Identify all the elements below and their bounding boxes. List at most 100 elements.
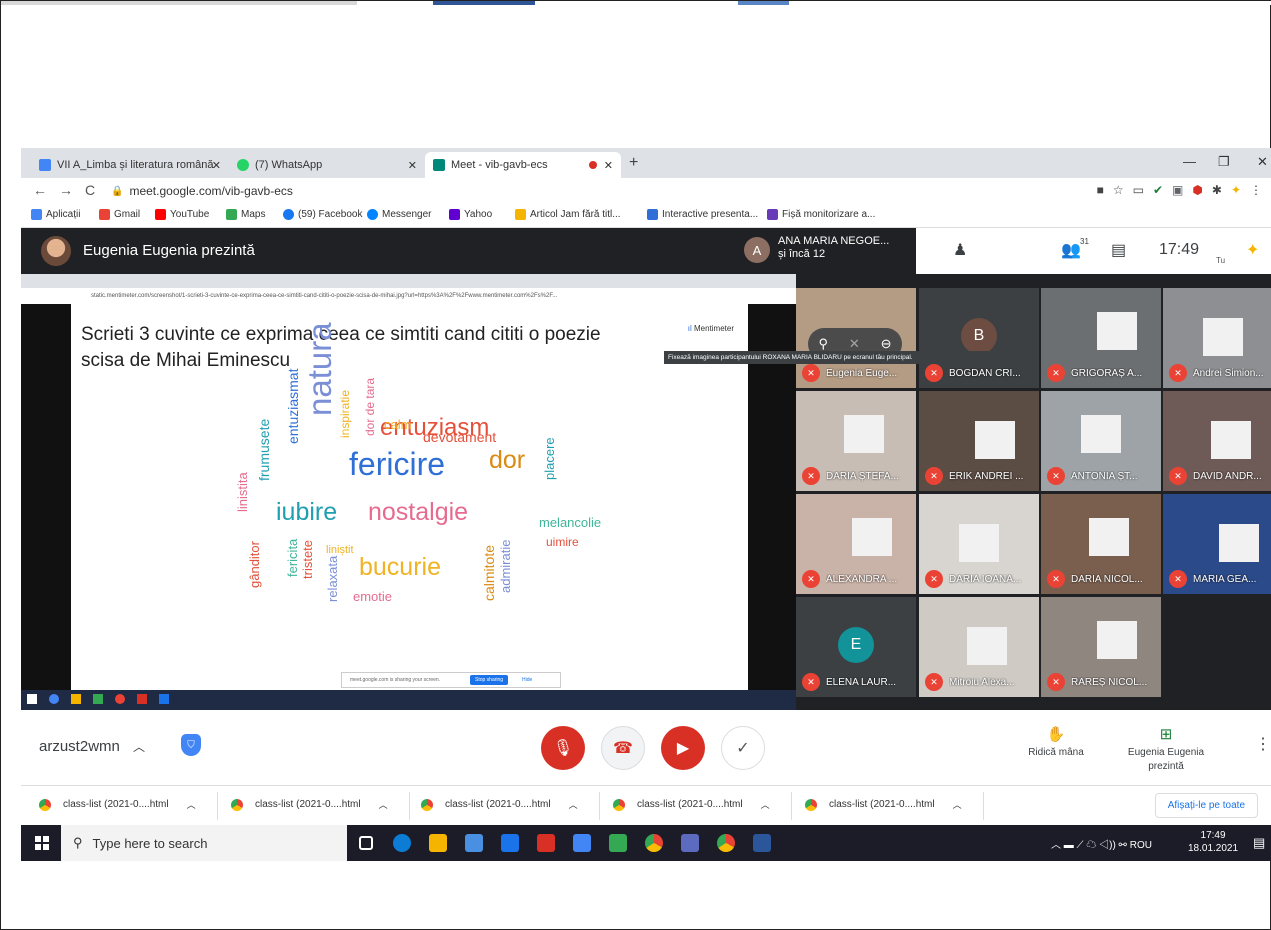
app-green-icon[interactable] xyxy=(609,834,627,852)
bookmark-form[interactable]: Fișă monitorizare a... xyxy=(767,209,875,220)
notifications-icon[interactable]: ▤ xyxy=(1253,835,1265,851)
tab-classroom[interactable]: VII A_Limba și literatura română ✕ xyxy=(31,152,229,178)
participant-tile[interactable]: ✕ ANTONIA ȘT... xyxy=(1041,391,1161,491)
close-icon[interactable]: ✕ xyxy=(604,159,613,172)
close-icon[interactable]: ✕ xyxy=(408,159,417,172)
adblock-icon[interactable]: ⬢ xyxy=(1192,183,1202,197)
download-item[interactable]: class-list (2021-0....html ︿ xyxy=(39,798,196,811)
hide-button[interactable]: Hide xyxy=(522,677,532,683)
microphone-off-button[interactable]: 🎙 xyxy=(541,726,585,770)
tab-whatsapp[interactable]: (7) WhatsApp ✕ xyxy=(229,152,425,178)
participant-tile[interactable]: ✕ Mitroiu Alexa... xyxy=(919,597,1039,697)
meeting-code[interactable]: arzust2wmn xyxy=(39,738,120,755)
extension-icon[interactable]: ▣ xyxy=(1172,183,1183,197)
chevron-up-icon[interactable]: ︿ xyxy=(953,798,962,811)
checkmark-extension-icon[interactable]: ✔ xyxy=(1153,183,1163,197)
acrobat-icon[interactable] xyxy=(537,834,555,852)
app-icon[interactable] xyxy=(573,834,591,852)
bookmark-yahoo[interactable]: Yahoo xyxy=(449,209,492,220)
word-icon[interactable] xyxy=(753,834,771,852)
bookmark-youtube[interactable]: YouTube xyxy=(155,209,209,220)
attendee-summary[interactable]: ANA MARIA NEGOE... și încă 12 xyxy=(778,235,889,261)
task-view-icon[interactable] xyxy=(359,836,373,850)
taskbar-clock[interactable]: 17:49 18.01.2021 xyxy=(1188,829,1238,855)
chevron-up-icon[interactable]: ︿ xyxy=(379,798,388,811)
bookmark-maps[interactable]: Maps xyxy=(226,209,265,220)
present-screen-icon: ⊞ xyxy=(1159,726,1173,743)
bookmark-facebook[interactable]: (59) Facebook xyxy=(283,209,362,220)
presenting-button[interactable]: ⊞ Eugenia Eugenia prezintă xyxy=(1121,726,1211,774)
participant-tile[interactable]: ✕ DAVID ANDR... xyxy=(1163,391,1271,491)
chrome-icon[interactable] xyxy=(645,834,663,852)
participant-tile[interactable]: ✕ RAREȘ NICOL... xyxy=(1041,597,1161,697)
participant-tile[interactable]: ✕ Andrei Simion... xyxy=(1163,288,1271,388)
puzzle-icon[interactable]: ✱ xyxy=(1212,183,1222,197)
pin-tooltip: Fixează imaginea participantului ROXANA … xyxy=(664,351,1004,364)
participant-tile[interactable]: ✕ DARIA NICOL... xyxy=(1041,494,1161,594)
chevron-up-icon[interactable]: ︿ xyxy=(187,798,196,811)
pin-icon[interactable]: ⚲ xyxy=(818,336,828,352)
chevron-up-icon[interactable]: ︿ xyxy=(133,738,145,755)
minimize-icon[interactable]: — xyxy=(1183,154,1196,169)
forward-icon[interactable]: → xyxy=(59,182,73,198)
mail-icon[interactable] xyxy=(501,834,519,852)
close-window-icon[interactable]: ✕ xyxy=(1257,154,1268,170)
participant-tile[interactable]: ✕ DARIA ȘTEFA... xyxy=(796,391,916,491)
tab-label: Meet - vib-gavb-ecs xyxy=(451,159,548,171)
captions-button[interactable]: ✓ xyxy=(721,726,765,770)
show-all-downloads-button[interactable]: Afișați-le pe toate xyxy=(1154,793,1258,818)
participant-tile[interactable]: B ✕ BOGDAN CRI... xyxy=(919,288,1039,388)
tab-meet[interactable]: Meet - vib-gavb-ecs ✕ xyxy=(425,152,621,178)
new-tab-icon[interactable]: + xyxy=(629,154,638,172)
chrome-file-icon xyxy=(231,798,243,811)
bookmark-gmail[interactable]: Gmail xyxy=(99,209,140,220)
chevron-up-icon[interactable]: ︿ xyxy=(569,798,578,811)
maximize-icon[interactable]: ❐ xyxy=(1218,154,1230,170)
taskbar-search-input[interactable]: ⚲ Type here to search xyxy=(61,825,347,861)
app-purple-icon[interactable] xyxy=(681,834,699,852)
mute-icon[interactable]: ✕ xyxy=(849,336,860,352)
remove-icon[interactable]: ⊖ xyxy=(881,336,892,352)
chevron-up-icon[interactable]: ︿ xyxy=(761,798,770,811)
reload-icon[interactable]: C xyxy=(85,182,95,198)
activities-icon[interactable]: ✦ xyxy=(1246,240,1259,260)
menu-icon[interactable]: ⋮ xyxy=(1250,183,1262,197)
participant-tile[interactable]: ✕ ERIK ANDREI ... xyxy=(919,391,1039,491)
store-icon[interactable] xyxy=(465,834,483,852)
camera-icon[interactable]: ■ xyxy=(1097,183,1104,197)
participant-tile[interactable]: ✕ ALEXANDRA ... xyxy=(796,494,916,594)
participant-tile[interactable]: ✕ GRIGORAȘ A... xyxy=(1041,288,1161,388)
cast-icon[interactable]: ▭ xyxy=(1133,183,1144,197)
windows-start-icon[interactable] xyxy=(35,836,49,850)
participant-tile[interactable]: E ✕ ELENA LAUR... xyxy=(796,597,916,697)
chrome-profile-icon[interactable] xyxy=(717,834,735,852)
language-indicator[interactable]: ROU xyxy=(1130,840,1152,851)
bookmark-mentimeter[interactable]: Interactive presenta... xyxy=(647,209,758,220)
chat-icon[interactable]: ▤ xyxy=(1111,240,1126,260)
download-item[interactable]: class-list (2021-0....html ︿ xyxy=(805,798,962,811)
more-options-icon[interactable]: ⋮ xyxy=(1255,734,1271,754)
pin-person-icon[interactable]: ♟ xyxy=(953,240,967,260)
download-item[interactable]: class-list (2021-0....html ︿ xyxy=(231,798,388,811)
close-icon[interactable]: ✕ xyxy=(212,159,221,172)
stop-sharing-button[interactable]: Stop sharing xyxy=(470,675,509,685)
download-item[interactable]: class-list (2021-0....html ︿ xyxy=(613,798,770,811)
file-explorer-icon[interactable] xyxy=(429,834,447,852)
participant-tile[interactable]: ✕ MARIA GEA... xyxy=(1163,494,1271,594)
profile-star-icon[interactable]: ✦ xyxy=(1231,183,1241,197)
edge-icon[interactable] xyxy=(393,834,411,852)
back-icon[interactable]: ← xyxy=(33,182,47,198)
bookmark-apps[interactable]: Aplicații xyxy=(31,209,80,220)
mic-muted-icon: ✕ xyxy=(925,467,943,485)
download-item[interactable]: class-list (2021-0....html ︿ xyxy=(421,798,578,811)
raise-hand-button[interactable]: ✋ Ridică mâna xyxy=(1021,727,1091,760)
bookmark-messenger[interactable]: Messenger xyxy=(367,209,431,220)
leave-call-button[interactable]: ☎ xyxy=(601,726,645,770)
camera-off-button[interactable]: ▶ xyxy=(661,726,705,770)
star-icon[interactable]: ☆ xyxy=(1113,183,1124,197)
people-icon[interactable]: 👥 xyxy=(1061,240,1081,260)
security-shield-icon[interactable]: ⛉ xyxy=(181,734,201,756)
participant-tile[interactable]: ✕ DARIA IOANA... xyxy=(919,494,1039,594)
url-field[interactable]: 🔒 meet.google.com/vib-gavb-ecs xyxy=(111,181,1111,201)
bookmark-jamboard[interactable]: Articol Jam fără titl... xyxy=(515,209,621,220)
